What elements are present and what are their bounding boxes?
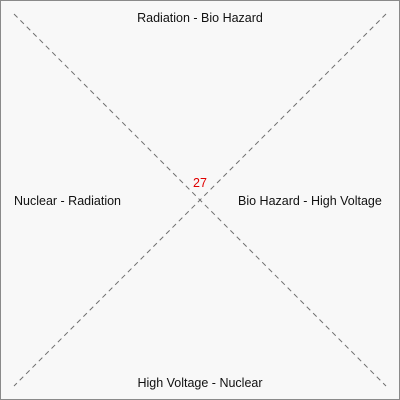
center-value: 27: [193, 176, 207, 190]
top-label: Radiation - Bio Hazard: [137, 11, 263, 25]
left-label: Nuclear - Radiation: [14, 194, 121, 208]
bottom-label: High Voltage - Nuclear: [137, 376, 263, 390]
diagram-canvas: Radiation - Bio Hazard Nuclear - Radiati…: [0, 0, 400, 400]
right-label: Bio Hazard - High Voltage: [238, 194, 382, 208]
